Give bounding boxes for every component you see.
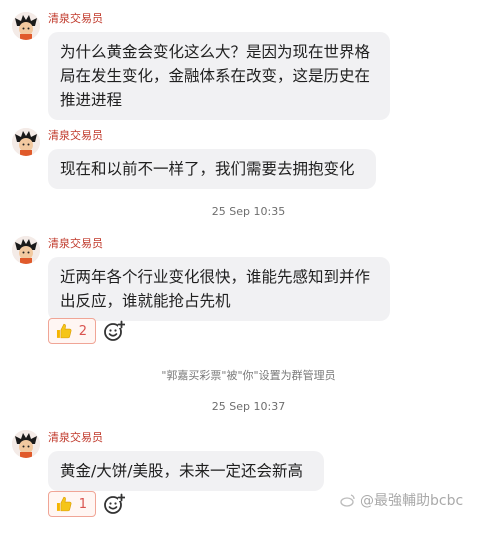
add-reaction-icon[interactable] (103, 493, 126, 515)
message-bubble[interactable]: 为什么黄金会变化这么大？是因为现在世界格局在发生变化，金融体系在改变，这是历史在… (48, 32, 390, 120)
avatar-image (12, 12, 40, 40)
thumbs-up-reaction[interactable]: 1 (48, 491, 96, 517)
watermark-text: @最強輔助bcbc (360, 493, 464, 509)
sender-name[interactable]: 清泉交易员 (48, 235, 103, 251)
message-bubble[interactable]: 近两年各个行业变化很快，谁能先感知到并作出反应，谁就能抢占先机 (48, 257, 390, 321)
add-reaction-icon[interactable] (103, 320, 126, 342)
thumbs-up-icon (56, 323, 72, 339)
sender-name[interactable]: 清泉交易员 (48, 127, 103, 143)
avatar-image (12, 128, 40, 156)
avatar-image (12, 236, 40, 264)
weibo-icon (340, 494, 355, 507)
reaction-count: 1 (78, 496, 87, 512)
sender-name[interactable]: 清泉交易员 (48, 10, 103, 26)
message-bubble[interactable]: 现在和以前不一样了，我们需要去拥抱变化 (48, 149, 376, 189)
thumbs-up-reaction[interactable]: 2 (48, 318, 96, 344)
watermark: @最強輔助bcbc (340, 490, 463, 510)
timestamp-divider: 25 Sep 10:35 (211, 205, 286, 218)
avatar[interactable] (12, 12, 40, 40)
timestamp-divider: 25 Sep 10:37 (211, 400, 286, 413)
avatar[interactable] (12, 430, 40, 458)
avatar[interactable] (12, 236, 40, 264)
reaction-count: 2 (78, 323, 87, 339)
message-bubble[interactable]: 黄金/大饼/美股，未来一定还会新高 (48, 451, 324, 491)
avatar-image (12, 430, 40, 458)
thumbs-up-icon (56, 496, 72, 512)
system-notice: "郭嘉买彩票"被"你"设置为群管理员 (161, 369, 336, 382)
avatar[interactable] (12, 128, 40, 156)
sender-name[interactable]: 清泉交易员 (48, 429, 103, 445)
